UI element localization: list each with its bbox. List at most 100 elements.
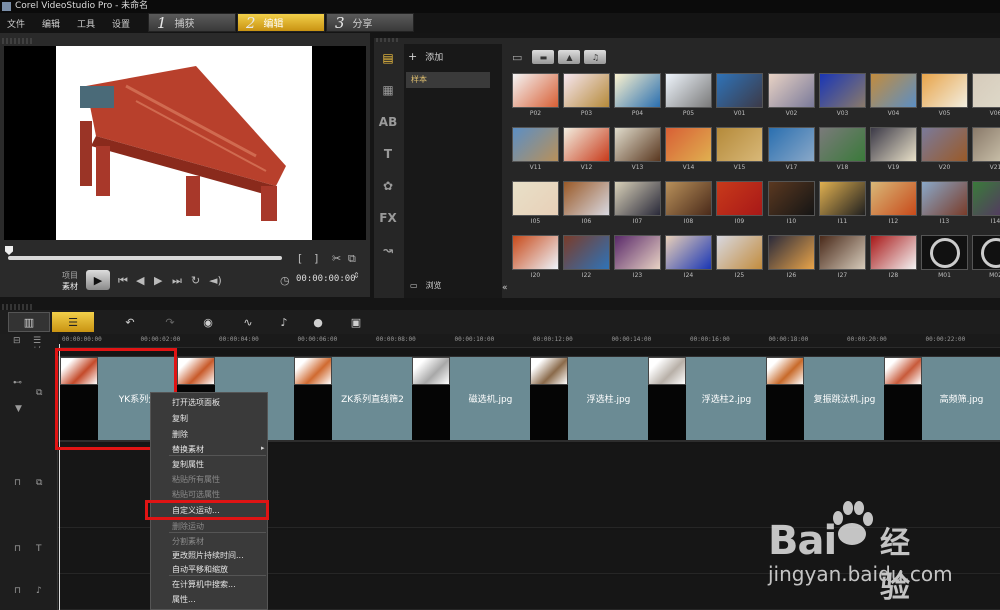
menu-edit[interactable]: 编辑 [42, 17, 60, 30]
library-thumbnail[interactable] [716, 181, 763, 216]
library-thumbnail[interactable] [512, 181, 559, 216]
audio-mixer-icon[interactable]: ∿ [238, 312, 258, 332]
menu-settings[interactable]: 设置 [112, 17, 130, 30]
context-menu-item[interactable]: 粘贴所有属性 [172, 474, 220, 485]
context-menu-item[interactable]: 自动平移和缩放 [172, 564, 228, 575]
library-thumbnail[interactable] [563, 235, 610, 270]
library-thumbnail[interactable] [614, 181, 661, 216]
overlay-track-icon[interactable]: ⧉ [36, 478, 42, 488]
mark-out-icon[interactable]: ] [314, 252, 318, 265]
repeat-icon[interactable]: ↻ [191, 274, 200, 287]
cut-clip-icon[interactable]: ✂ [332, 252, 341, 265]
library-thumbnail[interactable] [768, 235, 815, 270]
timecode-display[interactable]: 00:00:00:00 [296, 274, 356, 284]
collapse-panel-icon[interactable]: « [502, 283, 512, 297]
timeline-ruler[interactable]: 00:00:00:00 00:00:02:00 00:00:04:00 00:00:0… [58, 334, 1000, 348]
library-thumbnail[interactable] [819, 181, 866, 216]
library-thumbnail[interactable] [512, 73, 559, 108]
library-thumbnail[interactable] [665, 127, 712, 162]
track-manager-icon[interactable]: ⊟ [13, 336, 21, 346]
context-menu-item[interactable]: 复制属性 [172, 459, 204, 470]
storyboard-view-icon[interactable]: ▥ [8, 312, 50, 332]
library-thumbnail[interactable] [870, 73, 917, 108]
path-tab-icon[interactable]: ↝ [374, 234, 402, 266]
menu-tools[interactable]: 工具 [77, 17, 95, 30]
library-thumbnail[interactable] [819, 73, 866, 108]
go-to-end-icon[interactable]: ⏭ [172, 274, 182, 288]
library-thumbnail[interactable] [972, 127, 1000, 162]
library-thumbnail[interactable] [768, 73, 815, 108]
context-menu-item[interactable]: 打开选项面板 [172, 397, 220, 408]
play-button[interactable]: ▶ [86, 270, 110, 290]
video-track-icon[interactable]: ⧉ [36, 388, 42, 398]
context-menu-item[interactable]: 删除 [172, 429, 188, 440]
volume-icon[interactable]: ◄) [209, 274, 222, 287]
step-share[interactable]: 3 分享 [326, 13, 414, 32]
previous-frame-icon[interactable]: ◀ [136, 274, 144, 287]
ripple-edit-icon[interactable]: ⊷ [13, 378, 22, 388]
auto-music-icon[interactable]: ♪ [274, 312, 294, 332]
context-menu-item[interactable]: 删除运动 [172, 521, 204, 532]
browse-button[interactable]: ▭ 浏览 [410, 280, 442, 291]
playback-scrubber[interactable] [8, 256, 282, 260]
library-thumbnail[interactable] [716, 73, 763, 108]
lock-icon[interactable]: ⊓ [14, 544, 21, 554]
title-track-icon[interactable]: T [36, 544, 42, 554]
lock-icon[interactable]: ⊓ [14, 478, 21, 488]
library-thumbnail[interactable] [512, 235, 559, 270]
library-thumbnail[interactable] [870, 235, 917, 270]
redo-icon[interactable]: ↷ [160, 312, 180, 332]
add-folder-button[interactable]: + 添加 [408, 50, 443, 63]
library-thumbnail[interactable] [921, 181, 968, 216]
library-thumbnail[interactable] [614, 73, 661, 108]
context-menu-item[interactable]: 更改照片持续时间... [172, 550, 244, 561]
library-thumbnail[interactable] [768, 127, 815, 162]
step-edit[interactable]: 2 编辑 [237, 13, 325, 32]
library-thumbnail[interactable] [563, 181, 610, 216]
mark-in-icon[interactable]: [ [298, 252, 302, 265]
mode-clip-label[interactable]: 素材 [62, 281, 78, 292]
undo-icon[interactable]: ↶ [120, 312, 140, 332]
title-tab-icon[interactable]: T [374, 138, 402, 170]
show-video-icon[interactable]: ▬ [532, 50, 555, 64]
library-thumbnail[interactable] [716, 127, 763, 162]
library-thumbnail[interactable] [921, 73, 968, 108]
library-thumbnail[interactable] [563, 73, 610, 108]
motion-tracking-icon[interactable]: ● [308, 312, 328, 332]
context-menu-item[interactable]: 属性... [172, 594, 196, 605]
library-thumbnail[interactable] [563, 127, 610, 162]
library-thumbnail[interactable] [972, 235, 1000, 270]
show-photo-icon[interactable]: ▲ [558, 50, 581, 64]
menu-file[interactable]: 文件 [7, 17, 25, 30]
context-menu-item[interactable]: 替换素材 [172, 444, 204, 455]
lock-icon[interactable]: ⊓ [14, 586, 21, 596]
folder-sample[interactable]: 样本 [406, 72, 490, 88]
library-thumbnail[interactable] [819, 127, 866, 162]
transition-tab-icon[interactable]: ▦ [374, 74, 402, 106]
library-thumbnail[interactable] [665, 235, 712, 270]
library-thumbnail[interactable] [972, 181, 1000, 216]
filter-tab-icon[interactable]: FX [374, 202, 402, 234]
show-audio-icon[interactable]: ♫ [584, 50, 607, 64]
context-menu-item[interactable]: 复制 [172, 413, 188, 424]
expand-icon[interactable]: ▼ [15, 404, 22, 414]
enlarge-icon[interactable]: ⧉ [348, 252, 356, 266]
library-thumbnail[interactable] [716, 235, 763, 270]
voice-track-icon[interactable]: ♪ [36, 586, 42, 596]
library-thumbnail[interactable] [768, 181, 815, 216]
library-thumbnail[interactable] [870, 127, 917, 162]
mode-project-label[interactable]: 项目 [62, 270, 78, 281]
timeline-view-icon[interactable]: ☰ [52, 312, 94, 332]
library-thumbnail[interactable] [614, 235, 661, 270]
go-to-start-icon[interactable]: ⏮ [118, 274, 128, 288]
library-thumbnail[interactable] [870, 181, 917, 216]
library-thumbnail[interactable] [921, 127, 968, 162]
folder-icon[interactable]: ▭ [512, 51, 522, 64]
library-thumbnail[interactable] [921, 235, 968, 270]
library-thumbnail[interactable] [614, 127, 661, 162]
step-capture[interactable]: 1 捕获 [148, 13, 236, 32]
instant-project-tab-icon[interactable]: AB [374, 106, 402, 138]
next-frame-icon[interactable]: ▶ [154, 274, 162, 287]
context-menu-item[interactable]: 在计算机中搜索... [172, 579, 236, 590]
record-capture-icon[interactable]: ◉ [198, 312, 218, 332]
